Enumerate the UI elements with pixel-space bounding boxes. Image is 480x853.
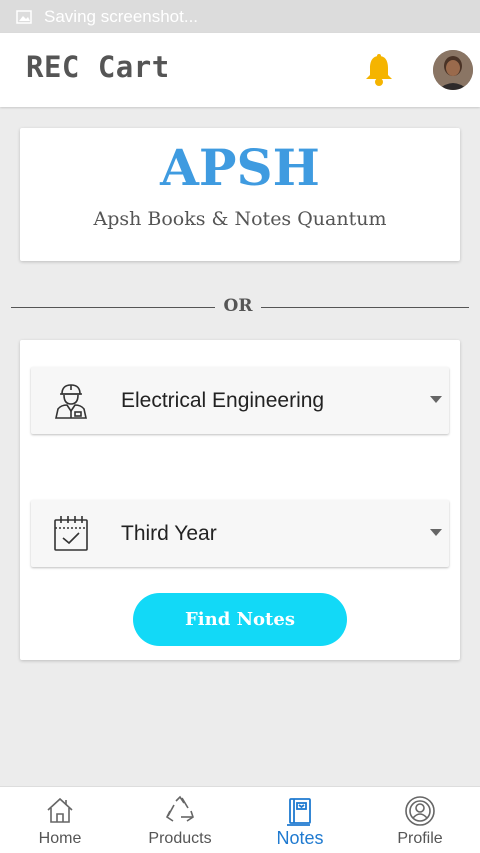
brand-subtitle: Apsh Books & Notes Quantum xyxy=(93,208,387,230)
app-bar: REC Cart xyxy=(0,33,480,107)
branch-select[interactable]: Electrical Engineering xyxy=(31,367,449,434)
nav-label-profile: Profile xyxy=(397,830,443,847)
status-bar: Saving screenshot... xyxy=(0,0,480,33)
notification-bell-icon[interactable] xyxy=(363,53,395,92)
home-icon xyxy=(45,795,75,830)
calendar-icon xyxy=(51,513,91,558)
find-notes-button[interactable]: Find Notes xyxy=(133,593,347,646)
recycle-icon xyxy=(164,795,196,830)
year-select[interactable]: Third Year xyxy=(31,500,449,567)
brand-card: APSH Apsh Books & Notes Quantum xyxy=(20,128,460,261)
profile-icon xyxy=(404,795,436,832)
status-text: Saving screenshot... xyxy=(44,6,199,26)
chevron-down-icon xyxy=(430,529,442,536)
brand-title: APSH xyxy=(160,138,320,197)
divider-line-right xyxy=(261,307,469,308)
engineer-icon xyxy=(51,380,91,425)
nav-item-products[interactable]: Products xyxy=(120,787,240,853)
nav-label-home: Home xyxy=(38,830,82,847)
notes-icon xyxy=(285,795,315,832)
avatar[interactable] xyxy=(433,50,473,90)
or-divider: OR xyxy=(11,296,469,318)
nav-label-products: Products xyxy=(148,830,212,847)
nav-item-profile[interactable]: Profile xyxy=(360,787,480,853)
nav-item-home[interactable]: Home xyxy=(0,787,120,853)
chevron-down-icon xyxy=(430,396,442,403)
bottom-navigation: Home Products Notes Profile xyxy=(0,786,480,853)
nav-item-notes[interactable]: Notes xyxy=(240,787,360,853)
year-select-value: Third Year xyxy=(121,522,217,545)
or-text: OR xyxy=(223,296,253,316)
image-icon xyxy=(16,9,32,24)
search-form-card: Electrical Engineering Third Year Find N… xyxy=(20,340,460,660)
divider-line-left xyxy=(11,307,215,308)
app-title: REC Cart xyxy=(26,50,170,84)
branch-select-value: Electrical Engineering xyxy=(121,389,325,412)
nav-label-notes: Notes xyxy=(276,828,324,848)
